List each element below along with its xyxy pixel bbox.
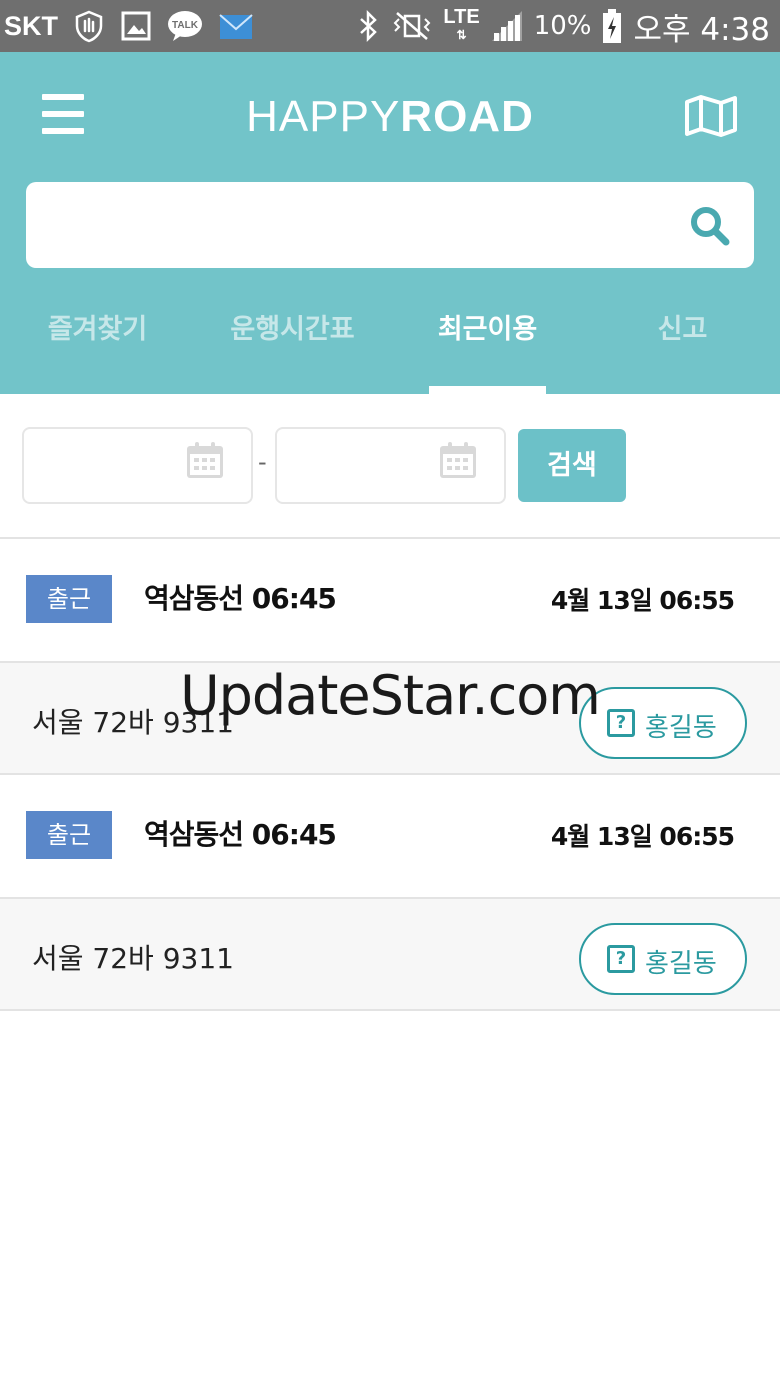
start-date-field[interactable] xyxy=(22,427,253,504)
app-logo: HAPPYROAD xyxy=(0,92,780,142)
clock: 오후 4:38 xyxy=(633,11,770,48)
divider xyxy=(0,1009,780,1011)
tab-bar: 즐겨찾기 운행시간표 최근이용 신고 xyxy=(0,310,780,394)
status-bar: SKT TALK LTE ⇅ 10% 오후 4:38 xyxy=(0,0,780,52)
talk-icon: TALK xyxy=(168,11,202,41)
record-detail: 서울 72바 9311 ? 홍길동 xyxy=(0,899,780,1011)
battery-charging-icon xyxy=(603,9,622,43)
date-search-button[interactable]: 검색 xyxy=(518,429,626,502)
active-tab-indicator xyxy=(429,386,546,394)
battery-percent: 10% xyxy=(533,11,592,41)
shield-hand-icon xyxy=(75,10,103,43)
tab-timetable[interactable]: 운행시간표 xyxy=(195,310,390,394)
driver-name: 홍길동 xyxy=(645,949,717,979)
watermark-text: UpdateStar.com xyxy=(180,664,601,727)
carrier-label: SKT xyxy=(4,10,58,41)
question-icon: ? xyxy=(607,945,635,973)
signal-icon xyxy=(491,11,522,41)
record-header[interactable]: 출근 역삼동선 06:45 4월 13일 06:55 xyxy=(0,539,780,661)
date-range-separator: - xyxy=(258,448,267,476)
tab-recent[interactable]: 최근이용 xyxy=(390,310,585,394)
driver-button[interactable]: ? 홍길동 xyxy=(579,923,747,995)
tab-favorites[interactable]: 즐겨찾기 xyxy=(0,310,195,394)
status-badge: 출근 xyxy=(26,575,112,623)
vehicle-plate: 서울 72바 9311 xyxy=(32,942,234,975)
app-header: HAPPYROAD 즐겨찾기 운행시간표 최근이용 신고 xyxy=(0,52,780,394)
network-type: LTE ⇅ xyxy=(443,6,480,42)
end-date-field[interactable] xyxy=(275,427,506,504)
calendar-icon xyxy=(187,442,223,478)
tab-report[interactable]: 신고 xyxy=(585,310,780,394)
map-icon[interactable] xyxy=(684,94,738,138)
bluetooth-icon xyxy=(360,9,378,43)
route-name: 역삼동선 06:45 xyxy=(144,582,337,615)
logo-light-text: HAPPY xyxy=(246,92,401,141)
record-time: 4월 13일 06:55 xyxy=(550,586,735,615)
status-badge: 출근 xyxy=(26,811,112,859)
record-header[interactable]: 출근 역삼동선 06:45 4월 13일 06:55 xyxy=(0,775,780,897)
route-name: 역삼동선 06:45 xyxy=(144,818,337,851)
logo-bold-text: ROAD xyxy=(400,92,534,141)
search-bar xyxy=(26,182,754,268)
calendar-icon xyxy=(440,442,476,478)
record-time: 4월 13일 06:55 xyxy=(550,822,735,851)
gallery-icon xyxy=(121,11,151,41)
mail-icon xyxy=(219,14,253,39)
svg-text:TALK: TALK xyxy=(172,20,199,31)
search-icon[interactable] xyxy=(688,204,732,248)
search-input[interactable] xyxy=(46,182,686,268)
vibrate-mute-icon xyxy=(393,12,431,40)
